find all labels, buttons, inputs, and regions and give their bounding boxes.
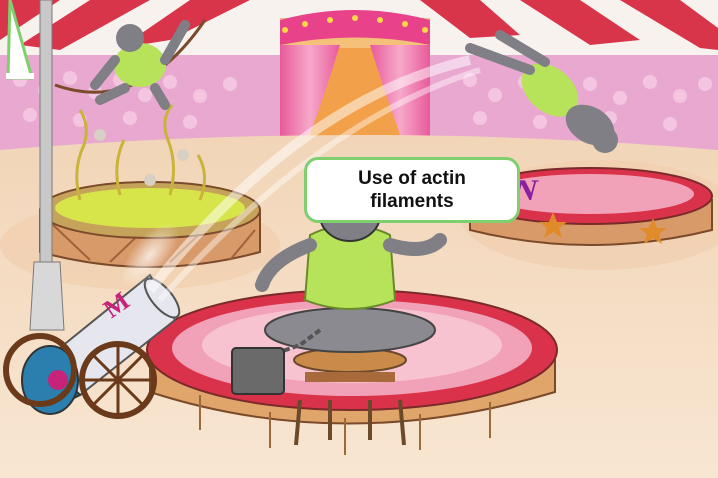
- tent-pole: [39, 0, 53, 271]
- weight-icon: [231, 347, 285, 395]
- speech-bubble-text: Use of actin filaments: [358, 168, 466, 212]
- speech-bubble: Use of actin filaments: [304, 157, 520, 223]
- speech-bubble-tail: [6, 0, 34, 80]
- circus-illustration: N M: [0, 0, 718, 478]
- circus-scene: N M Use of actin filaments: [0, 0, 718, 478]
